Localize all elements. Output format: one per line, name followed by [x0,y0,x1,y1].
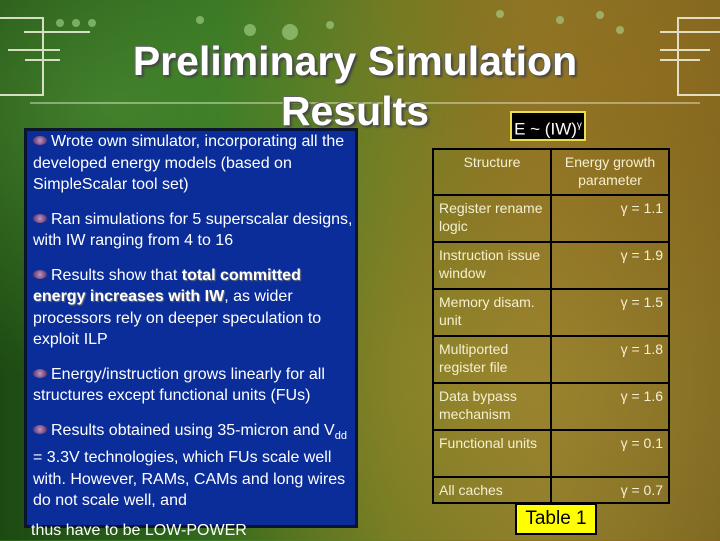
cell-structure: Register rename logic [432,194,552,243]
table-row: Data bypass mechanism γ = 1.6 [432,382,670,431]
table-row: All caches γ = 0.7 [432,476,670,504]
formula-base: E ~ (IW) [514,119,577,139]
energy-formula-box: E ~ (IW)γ [510,111,586,141]
slide-title-line1: Preliminary Simulation [132,38,578,84]
header-energy-growth: Energy growth parameter [550,148,670,196]
table-row: Multiported register file γ = 1.8 [432,335,670,384]
bullet-text: Wrote own simulator, incorporating all t… [33,133,345,193]
bullet-item: Results obtained using 35-micron and Vdd… [33,420,355,512]
table-header-row: Structure Energy growth parameter [432,148,670,196]
slide-title: Preliminary Simulation Results [0,36,710,136]
table-row: Register rename logic γ = 1.1 [432,194,670,243]
bullet-text-suffix: = 3.3V technologies, which FUs scale wel… [33,449,346,510]
bullet-text: Ran simulations for 5 superscalar design… [33,210,353,250]
cell-structure: Memory disam. unit [432,288,552,337]
cell-structure: Data bypass mechanism [432,382,552,431]
bullet-text-prefix: Results obtained using 35-micron and V [51,421,335,439]
bullet-panel: Wrote own simulator, incorporating all t… [24,128,358,528]
bullet-item: Energy/instruction grows linearly for al… [33,364,355,407]
cell-value: γ = 1.8 [550,335,670,384]
cell-value: γ = 0.7 [550,476,670,504]
bullet-icon [33,368,47,378]
bullet-item: Ran simulations for 5 superscalar design… [33,209,355,252]
bullet-text: Energy/instruction grows linearly for al… [33,365,325,405]
bullet-item: Results show that total committed energy… [33,265,355,351]
cell-structure: Instruction issue window [432,241,552,290]
bullet-overflow-text: thus have to be LOW-POWER [31,522,247,539]
bullet-icon [33,424,47,434]
table-row: Memory disam. unit γ = 1.5 [432,288,670,337]
cell-value: γ = 1.1 [550,194,670,243]
cell-value: γ = 1.9 [550,241,670,290]
cell-structure: Multiported register file [432,335,552,384]
bullet-icon [33,269,47,279]
table-row: Functional units γ = 0.1 [432,429,670,478]
cell-value: γ = 1.5 [550,288,670,337]
bullet-icon [33,213,47,223]
energy-growth-table: Structure Energy growth parameter Regist… [432,148,670,504]
table-row: Instruction issue window γ = 1.9 [432,241,670,290]
cell-structure: Functional units [432,429,552,478]
cell-structure: All caches [432,476,552,504]
cell-value: γ = 1.6 [550,382,670,431]
bullet-item: Wrote own simulator, incorporating all t… [33,131,355,196]
table-caption: Table 1 [515,503,597,535]
header-structure: Structure [432,148,552,196]
vdd-subscript: dd [334,429,347,442]
bullet-text-prefix: Results show that [51,266,182,284]
cell-value: γ = 0.1 [550,429,670,478]
formula-exponent: γ [576,120,582,131]
bullet-icon [33,136,47,145]
